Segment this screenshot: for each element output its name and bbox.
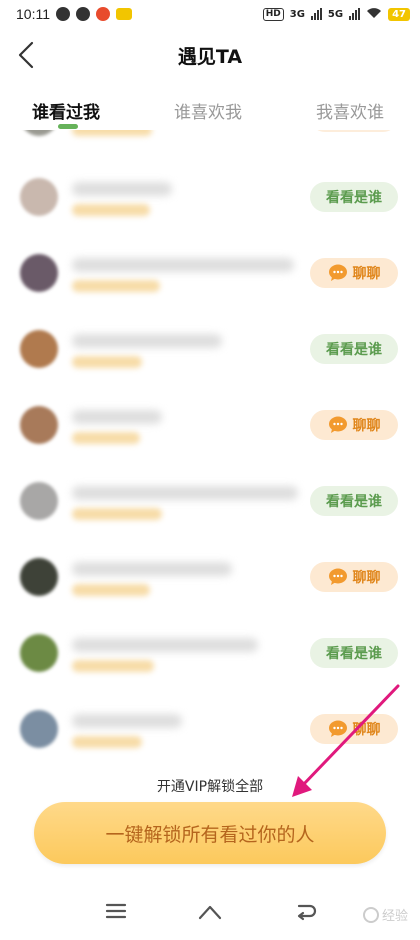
blurred-name	[72, 334, 222, 348]
see-who-button[interactable]: 看看是谁	[310, 486, 398, 516]
blurred-subtitle	[72, 660, 154, 672]
blurred-subtitle	[72, 130, 152, 136]
chat-label: 聊聊	[352, 266, 381, 282]
chat-bubble-icon	[328, 264, 347, 281]
chat-bubble-icon	[328, 416, 347, 433]
hd-icon: HD	[262, 7, 284, 21]
avatar[interactable]	[20, 482, 58, 520]
blurred-subtitle	[72, 356, 142, 368]
viewer-list[interactable]: 看看是谁 聊聊 看看是谁 聊聊 看看是谁 聊聊 看看是谁 聊聊	[0, 130, 420, 762]
app-notification-icon	[56, 7, 70, 21]
wifi-icon	[366, 7, 382, 22]
blurred-name	[72, 182, 172, 196]
chat-bubble-icon	[328, 568, 347, 585]
status-time: 10:11	[16, 6, 50, 22]
tab-who-likes-me[interactable]: 谁喜欢我	[174, 98, 242, 123]
page-title: 遇见TA	[177, 46, 243, 68]
app-badge-notification-icon	[116, 8, 132, 20]
signal-icon-2	[349, 8, 361, 20]
blurred-subtitle	[72, 280, 160, 292]
unlock-all-button[interactable]: 一键解锁所有看过你的人	[34, 802, 386, 864]
tab-who-i-like[interactable]: 我喜欢谁	[316, 98, 384, 123]
chat-label: 聊聊	[352, 722, 381, 738]
unlock-caption: 开通VIP解锁全部	[156, 779, 264, 795]
paw-logo-icon	[362, 906, 379, 923]
see-who-button[interactable]: 看看是谁	[310, 182, 398, 212]
back-nav-button[interactable]	[290, 898, 320, 924]
avatar[interactable]	[20, 178, 58, 216]
list-item[interactable]: 聊聊	[0, 388, 420, 464]
list-item-partial[interactable]	[0, 130, 420, 156]
chat-button-partial[interactable]	[310, 130, 398, 132]
blurred-name	[72, 258, 294, 272]
see-who-label: 看看是谁	[326, 342, 382, 358]
blurred-name	[72, 562, 232, 576]
chat-button[interactable]: 聊聊	[310, 562, 398, 592]
list-item[interactable]: 看看是谁	[0, 464, 420, 540]
weibo-notification-icon	[96, 7, 110, 21]
chat-bubble-icon	[328, 720, 347, 737]
avatar	[20, 130, 58, 136]
list-item[interactable]: 聊聊	[0, 692, 420, 762]
status-left: 10:11	[16, 6, 132, 22]
avatar[interactable]	[20, 254, 58, 292]
blurred-name	[72, 410, 162, 424]
avatar[interactable]	[20, 558, 58, 596]
see-who-label: 看看是谁	[326, 190, 382, 206]
see-who-label: 看看是谁	[326, 494, 382, 510]
blurred-subtitle	[72, 508, 162, 520]
list-item[interactable]: 看看是谁	[0, 160, 420, 236]
list-item[interactable]: 看看是谁	[0, 616, 420, 692]
compass-notification-icon	[76, 7, 90, 21]
home-nav-button[interactable]	[195, 898, 225, 924]
header: 遇见TA	[0, 28, 420, 82]
battery-icon: 47	[388, 7, 410, 21]
blurred-subtitle	[72, 204, 150, 216]
network-5g-label: 5G	[327, 8, 344, 20]
avatar[interactable]	[20, 710, 58, 748]
back-arrow-icon	[297, 904, 317, 921]
system-nav-bar: 经验	[0, 884, 420, 940]
watermark-text: 经验	[381, 909, 408, 924]
tab-active-indicator	[58, 124, 78, 129]
blurred-name	[72, 638, 258, 652]
chat-button[interactable]: 聊聊	[310, 714, 398, 744]
list-item[interactable]: 看看是谁	[0, 312, 420, 388]
blurred-subtitle	[72, 432, 140, 444]
blurred-name	[72, 486, 298, 500]
see-who-label: 看看是谁	[326, 646, 382, 662]
status-right: HD 3G 5G 47	[262, 7, 410, 22]
chat-label: 聊聊	[352, 570, 381, 586]
avatar[interactable]	[20, 634, 58, 672]
menu-nav-button[interactable]	[101, 898, 131, 924]
list-item[interactable]: 聊聊	[0, 236, 420, 312]
tab-bar: 谁看过我 谁喜欢我 我喜欢谁	[0, 92, 420, 128]
chat-button[interactable]: 聊聊	[310, 410, 398, 440]
see-who-button[interactable]: 看看是谁	[310, 334, 398, 364]
signal-icon	[310, 8, 322, 20]
chat-button[interactable]: 聊聊	[310, 258, 398, 288]
home-icon	[198, 905, 222, 920]
network-3g-label: 3G	[289, 8, 305, 20]
tab-who-viewed-me[interactable]: 谁看过我	[32, 98, 100, 123]
list-item[interactable]: 聊聊	[0, 540, 420, 616]
avatar[interactable]	[20, 330, 58, 368]
blurred-subtitle	[72, 736, 142, 748]
avatar[interactable]	[20, 406, 58, 444]
menu-icon	[105, 903, 127, 919]
blurred-subtitle	[72, 584, 150, 596]
watermark: 经验	[362, 905, 408, 924]
see-who-button[interactable]: 看看是谁	[310, 638, 398, 668]
status-bar: 10:11 HD 3G 5G 47	[0, 0, 420, 28]
blurred-name	[72, 714, 182, 728]
chat-label: 聊聊	[352, 418, 381, 434]
